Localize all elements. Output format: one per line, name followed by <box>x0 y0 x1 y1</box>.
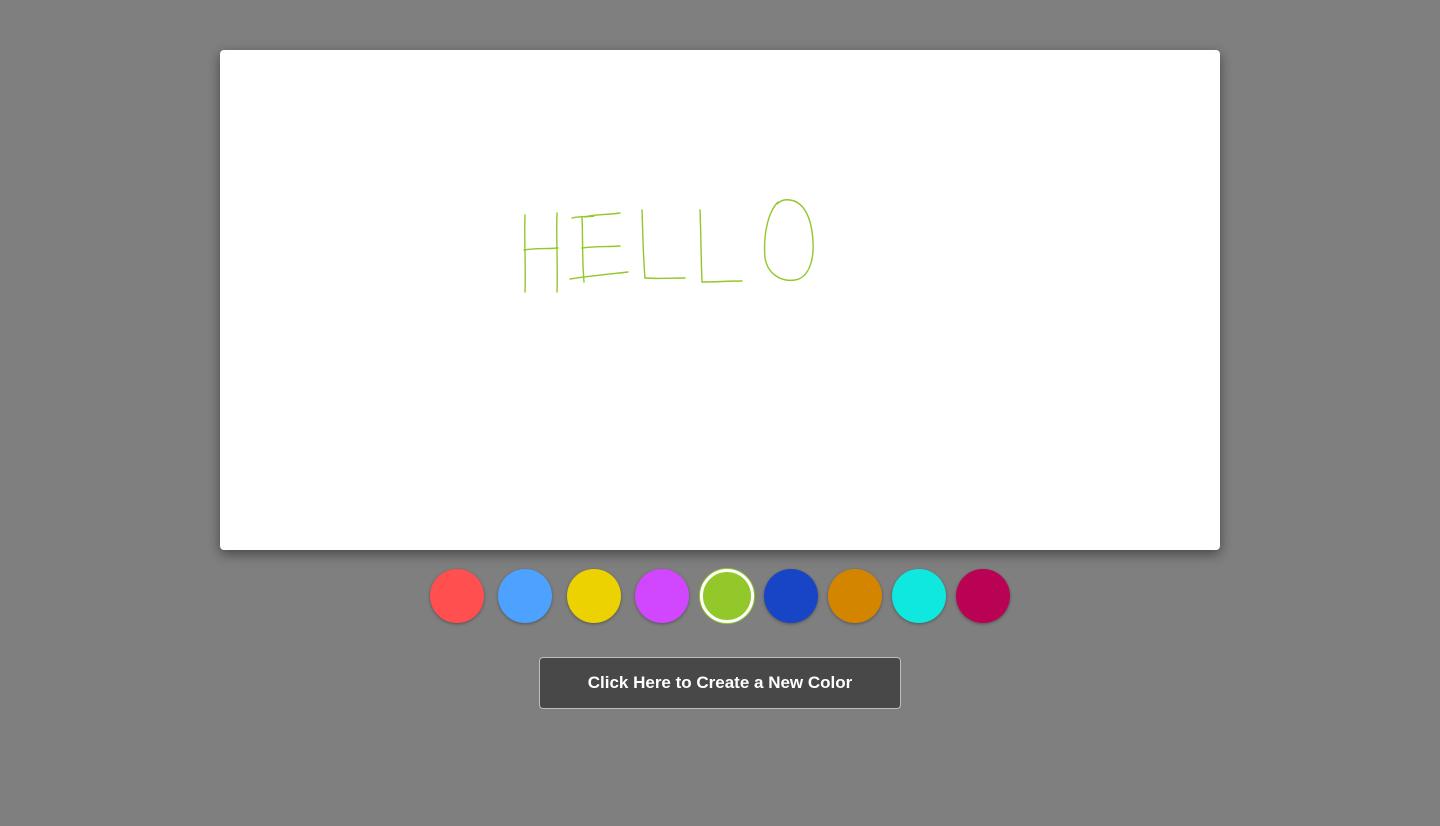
letter-i-stroke <box>581 216 585 283</box>
hello-sketch <box>523 199 814 293</box>
color-swatch-cyan[interactable] <box>892 569 946 623</box>
letter-e-stroke <box>584 212 621 218</box>
letter-e-stroke <box>569 271 629 280</box>
color-swatch-orange[interactable] <box>828 569 882 623</box>
letter-h-stroke <box>524 214 526 293</box>
color-swatch-crimson[interactable] <box>956 569 1010 623</box>
drawing-canvas[interactable] <box>220 50 1220 550</box>
color-swatch-blue[interactable] <box>498 569 552 623</box>
color-palette <box>0 569 1440 625</box>
color-swatch-red[interactable] <box>430 569 484 623</box>
letter-l-stroke <box>699 209 703 283</box>
color-swatch-purple[interactable] <box>635 569 689 623</box>
letter-l-stroke <box>641 209 646 279</box>
color-swatch-dark-blue[interactable] <box>764 569 818 623</box>
letter-o-stroke <box>763 199 814 282</box>
letter-l-stroke <box>701 280 743 283</box>
letter-h-stroke <box>556 212 558 293</box>
letter-h-stroke <box>523 247 559 251</box>
letter-e-stroke <box>581 245 621 249</box>
color-swatch-green[interactable] <box>700 569 754 623</box>
color-swatch-yellow[interactable] <box>567 569 621 623</box>
create-new-color-button[interactable]: Click Here to Create a New Color <box>539 657 901 709</box>
